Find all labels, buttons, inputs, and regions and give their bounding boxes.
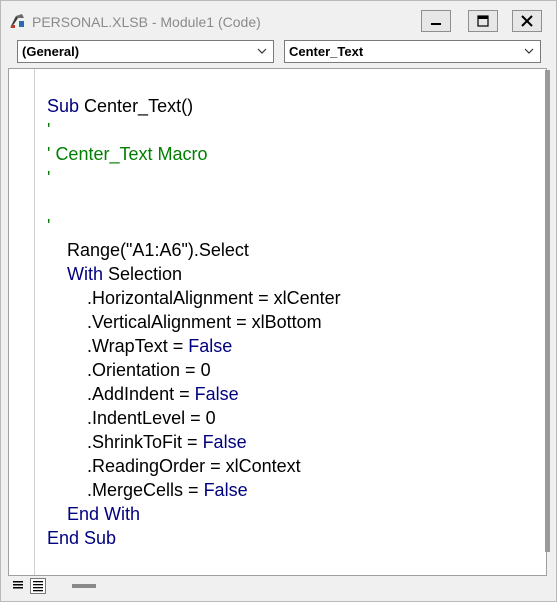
code-token: .ReadingOrder = xlContext (47, 456, 301, 476)
code-line[interactable]: .Orientation = 0 (47, 358, 341, 382)
minimize-icon (431, 23, 441, 25)
vba-module-icon (10, 14, 24, 28)
code-token: .MergeCells = (47, 480, 204, 500)
vertical-scrollbar-thumb[interactable] (545, 70, 550, 552)
close-icon (521, 15, 533, 27)
code-comment: ' (47, 216, 51, 236)
code-keyword: False (194, 384, 239, 404)
code-line[interactable]: ' (47, 214, 341, 238)
object-dropdown[interactable]: (General) (17, 40, 274, 63)
procedure-dropdown[interactable]: Center_Text (284, 40, 541, 63)
code-keyword: With (67, 264, 104, 284)
code-line[interactable]: End With (47, 502, 341, 526)
code-editor[interactable]: Sub Center_Text()'' Center_Text Macro'​'… (8, 68, 547, 576)
vertical-scrollbar[interactable] (543, 68, 552, 554)
object-dropdown-value: (General) (22, 44, 80, 59)
code-line[interactable]: ' (47, 166, 341, 190)
code-line[interactable]: Sub Center_Text() (47, 94, 341, 118)
code-line[interactable]: ' (47, 118, 341, 142)
code-line[interactable]: With Selection (47, 262, 341, 286)
code-token: Center_Text() (84, 96, 194, 116)
code-line[interactable]: .IndentLevel = 0 (47, 406, 341, 430)
code-keyword: End With (67, 504, 141, 524)
editor-bottom-bar (8, 576, 547, 596)
code-token: Selection (103, 264, 183, 284)
code-keyword: False (202, 432, 247, 452)
code-comment: ' Center_Text Macro (47, 144, 208, 164)
full-module-view-button[interactable] (30, 578, 46, 594)
horizontal-scrollbar-thumb[interactable] (72, 584, 96, 588)
code-line[interactable]: Range("A1:A6").Select (47, 238, 341, 262)
chevron-down-icon (524, 48, 534, 54)
code-text[interactable]: Sub Center_Text()'' Center_Text Macro'​'… (47, 94, 341, 550)
maximize-icon (477, 15, 489, 27)
code-line[interactable]: .VerticalAlignment = xlBottom (47, 310, 341, 334)
code-line[interactable]: .MergeCells = False (47, 478, 341, 502)
code-keyword: Sub (47, 96, 85, 116)
code-comment: ' (47, 120, 51, 140)
code-token: .AddIndent = (47, 384, 195, 404)
minimize-button[interactable] (421, 10, 451, 32)
code-token: .HorizontalAlignment = xlCenter (47, 288, 341, 308)
code-line[interactable]: .WrapText = False (47, 334, 341, 358)
code-token: Range("A1:A6").Select (47, 240, 249, 260)
code-line[interactable]: End Sub (47, 526, 341, 550)
code-keyword: False (188, 336, 233, 356)
code-line[interactable]: .HorizontalAlignment = xlCenter (47, 286, 341, 310)
procedure-dropdown-value: Center_Text (289, 44, 364, 59)
maximize-button[interactable] (468, 10, 498, 32)
procedure-view-button[interactable] (12, 578, 28, 594)
code-keyword: False (203, 480, 248, 500)
chevron-down-icon (257, 48, 267, 54)
code-comment: ' (47, 168, 51, 188)
code-token: .VerticalAlignment = xlBottom (47, 312, 322, 332)
close-button[interactable] (512, 10, 542, 32)
margin-indicator-bar[interactable] (9, 69, 35, 575)
procedure-view-icon (13, 581, 23, 589)
code-line[interactable]: .ReadingOrder = xlContext (47, 454, 341, 478)
code-window: PERSONAL.XLSB - Module1 (Code) (General)… (0, 0, 557, 602)
code-token: .ShrinkToFit = (47, 432, 203, 452)
code-token: .WrapText = (47, 336, 189, 356)
window-title: PERSONAL.XLSB - Module1 (Code) (32, 14, 261, 30)
code-line[interactable]: ​ (47, 190, 341, 214)
title-bar[interactable]: PERSONAL.XLSB - Module1 (Code) (1, 1, 556, 39)
code-keyword: End Sub (47, 528, 117, 548)
code-token: .IndentLevel = 0 (47, 408, 216, 428)
code-token: .Orientation = 0 (47, 360, 211, 380)
code-line[interactable]: .AddIndent = False (47, 382, 341, 406)
code-line[interactable]: ' Center_Text Macro (47, 142, 341, 166)
code-line[interactable]: .ShrinkToFit = False (47, 430, 341, 454)
full-module-view-icon (33, 581, 43, 592)
